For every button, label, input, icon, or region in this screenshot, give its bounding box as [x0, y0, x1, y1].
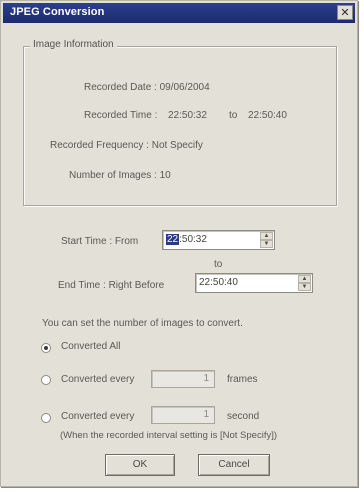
- ok-button[interactable]: OK: [105, 454, 175, 476]
- interval-note: (When the recorded interval setting is […: [60, 430, 278, 441]
- spin-up-icon[interactable]: ▲: [260, 232, 273, 240]
- option-converted-all-label: Converted All: [61, 341, 121, 352]
- frames-count-input[interactable]: 1: [151, 370, 215, 388]
- end-time-value: 22:50:40: [199, 277, 238, 288]
- start-time-label: Start Time : From: [61, 236, 139, 247]
- title-bar: JPEG Conversion ✕: [3, 3, 355, 23]
- start-time-hour-selected: 22: [166, 234, 180, 245]
- recorded-time-start: 22:50:32: [168, 110, 207, 121]
- close-icon: ✕: [340, 7, 350, 19]
- frames-unit-label: frames: [227, 374, 258, 385]
- end-time-label: End Time : Right Before: [58, 280, 165, 291]
- recorded-time-to: to: [229, 110, 238, 121]
- spin-up-icon[interactable]: ▲: [298, 275, 311, 283]
- close-button[interactable]: ✕: [337, 5, 353, 20]
- start-time-rest: :50:32: [179, 234, 207, 245]
- conversion-instruction: You can set the number of images to conv…: [42, 318, 243, 329]
- radio-converted-all[interactable]: [41, 343, 51, 353]
- radio-converted-every-frames[interactable]: [41, 375, 51, 385]
- image-information-legend: Image Information: [30, 39, 117, 50]
- end-time-spinner[interactable]: 22:50:40 ▲ ▼: [195, 273, 313, 293]
- cancel-button[interactable]: Cancel: [198, 454, 270, 476]
- end-time-spin-buttons[interactable]: ▲ ▼: [298, 275, 311, 291]
- jpeg-conversion-dialog: JPEG Conversion ✕ Image Information Reco…: [0, 0, 358, 487]
- option-every-frames-label: Converted every: [61, 374, 135, 385]
- seconds-count-value: 1: [203, 409, 209, 420]
- window-title: JPEG Conversion: [10, 6, 105, 18]
- start-time-spin-buttons[interactable]: ▲ ▼: [260, 232, 273, 248]
- recorded-frequency: Recorded Frequency : Not Specify: [50, 140, 203, 151]
- spin-down-icon[interactable]: ▼: [260, 240, 273, 248]
- option-every-second-label: Converted every: [61, 411, 135, 422]
- start-time-spinner[interactable]: 22:50:32 ▲ ▼: [162, 230, 275, 250]
- number-of-images: Number of Images : 10: [69, 170, 171, 181]
- recorded-date: Recorded Date : 09/06/2004: [84, 82, 210, 93]
- radio-converted-every-second[interactable]: [41, 413, 51, 423]
- image-information-group: Image Information Recorded Date : 09/06/…: [23, 39, 337, 206]
- radio-selected-dot: [44, 346, 48, 350]
- spin-down-icon[interactable]: ▼: [298, 283, 311, 291]
- time-range-connector: to: [214, 259, 223, 270]
- frames-count-value: 1: [203, 373, 209, 384]
- recorded-time-end: 22:50:40: [248, 110, 287, 121]
- seconds-count-input[interactable]: 1: [151, 406, 215, 424]
- second-unit-label: second: [227, 411, 260, 422]
- recorded-time-label: Recorded Time :: [84, 110, 158, 121]
